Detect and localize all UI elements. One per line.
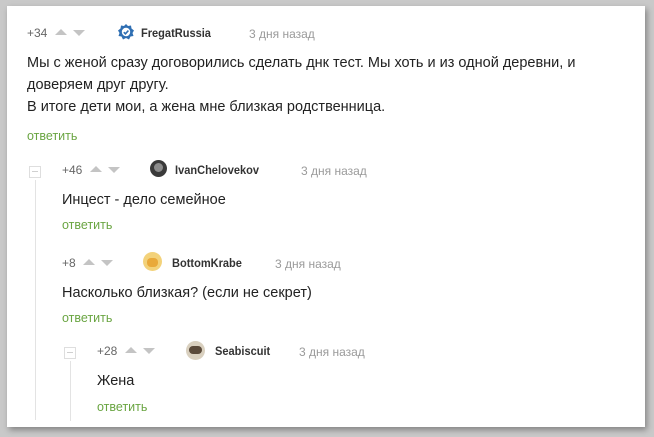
comment-date: 3 дня назад — [299, 345, 365, 359]
reply-link[interactable]: ответить — [62, 218, 112, 232]
comment-date: 3 дня назад — [275, 257, 341, 271]
rating-value: +34 — [27, 26, 48, 40]
arrow-up-icon[interactable] — [83, 259, 95, 265]
author-name[interactable]: Seabiscuit — [215, 344, 270, 358]
rating-value: +28 — [97, 344, 118, 358]
collapse-icon[interactable] — [29, 166, 41, 178]
comment-date: 3 дня назад — [249, 27, 315, 41]
collapse-icon[interactable] — [64, 347, 76, 359]
arrow-down-icon[interactable] — [143, 348, 155, 354]
reply-link[interactable]: ответить — [97, 400, 147, 414]
thread-line[interactable] — [35, 180, 36, 420]
comment-text-line: доверяем друг другу. — [27, 77, 169, 93]
comment-text: Жена — [97, 373, 135, 389]
avatar[interactable] — [143, 252, 162, 271]
comment-text-line: Мы с женой сразу договорились сделать дн… — [27, 55, 576, 71]
comment-date: 3 дня назад — [301, 164, 367, 178]
thread-line[interactable] — [70, 361, 71, 421]
author-name[interactable]: FregatRussia — [141, 26, 211, 40]
arrow-up-icon[interactable] — [125, 347, 137, 353]
arrow-up-icon[interactable] — [55, 29, 67, 35]
avatar[interactable] — [186, 341, 205, 360]
arrow-up-icon[interactable] — [90, 166, 102, 172]
author-name[interactable]: IvanChelovekov — [175, 163, 259, 177]
comments-card: +34 FregatRussia 3 дня назад Мы с женой … — [7, 6, 645, 427]
reply-link[interactable]: ответить — [27, 129, 77, 143]
avatar[interactable] — [150, 160, 167, 177]
comment-text: Мы с женой сразу договорились сделать дн… — [27, 52, 637, 118]
comment-text: Инцест - дело семейное — [62, 192, 226, 208]
arrow-down-icon[interactable] — [108, 167, 120, 173]
verified-badge-icon — [118, 24, 134, 40]
reply-link[interactable]: ответить — [62, 311, 112, 325]
author-name[interactable]: BottomKrabe — [172, 256, 242, 270]
comment-text-line: В итоге дети мои, а жена мне близкая род… — [27, 99, 386, 115]
comment-text: Насколько близкая? (если не секрет) — [62, 285, 312, 301]
rating-value: +46 — [62, 163, 83, 177]
rating-value: +8 — [62, 256, 76, 270]
arrow-down-icon[interactable] — [101, 260, 113, 266]
arrow-down-icon[interactable] — [73, 30, 85, 36]
